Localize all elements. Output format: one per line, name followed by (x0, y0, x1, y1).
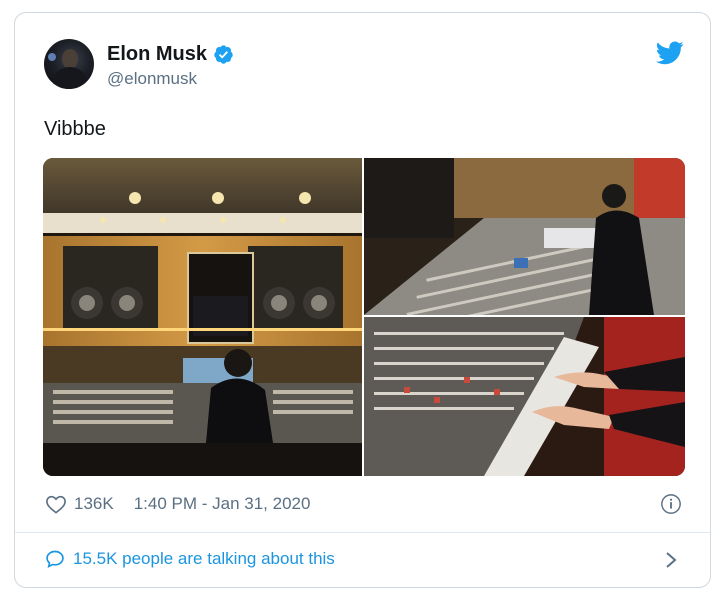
media-photo[interactable] (364, 317, 685, 476)
conversation-text[interactable]: 15.5K people are talking about this (73, 549, 335, 569)
avatar[interactable] (44, 39, 94, 89)
twitter-bird-icon[interactable] (656, 41, 684, 65)
author-name-row: Elon Musk (107, 43, 234, 66)
media-photo[interactable] (43, 158, 362, 476)
conversation-link[interactable]: 15.5K people are talking about this (45, 549, 335, 569)
like-count[interactable]: 136K (74, 494, 114, 514)
tweet-meta: 136K 1:40 PM - Jan 31, 2020 (45, 494, 310, 514)
media-photo[interactable] (364, 158, 685, 315)
tweet-text: Vibbbe (44, 118, 106, 140)
chevron-right-icon[interactable] (664, 551, 678, 569)
tweet-card[interactable]: Elon Musk @elonmusk Vibbbe 136K 1:40 PM … (14, 12, 711, 588)
heart-icon[interactable] (45, 494, 67, 514)
verified-badge-icon (214, 45, 233, 64)
speech-bubble-icon (46, 550, 64, 569)
display-name[interactable]: Elon Musk (107, 43, 207, 66)
media-grid (43, 158, 685, 476)
timestamp[interactable]: 1:40 PM - Jan 31, 2020 (134, 494, 311, 514)
handle[interactable]: @elonmusk (107, 69, 197, 89)
divider (15, 532, 710, 533)
info-icon[interactable] (660, 493, 682, 515)
